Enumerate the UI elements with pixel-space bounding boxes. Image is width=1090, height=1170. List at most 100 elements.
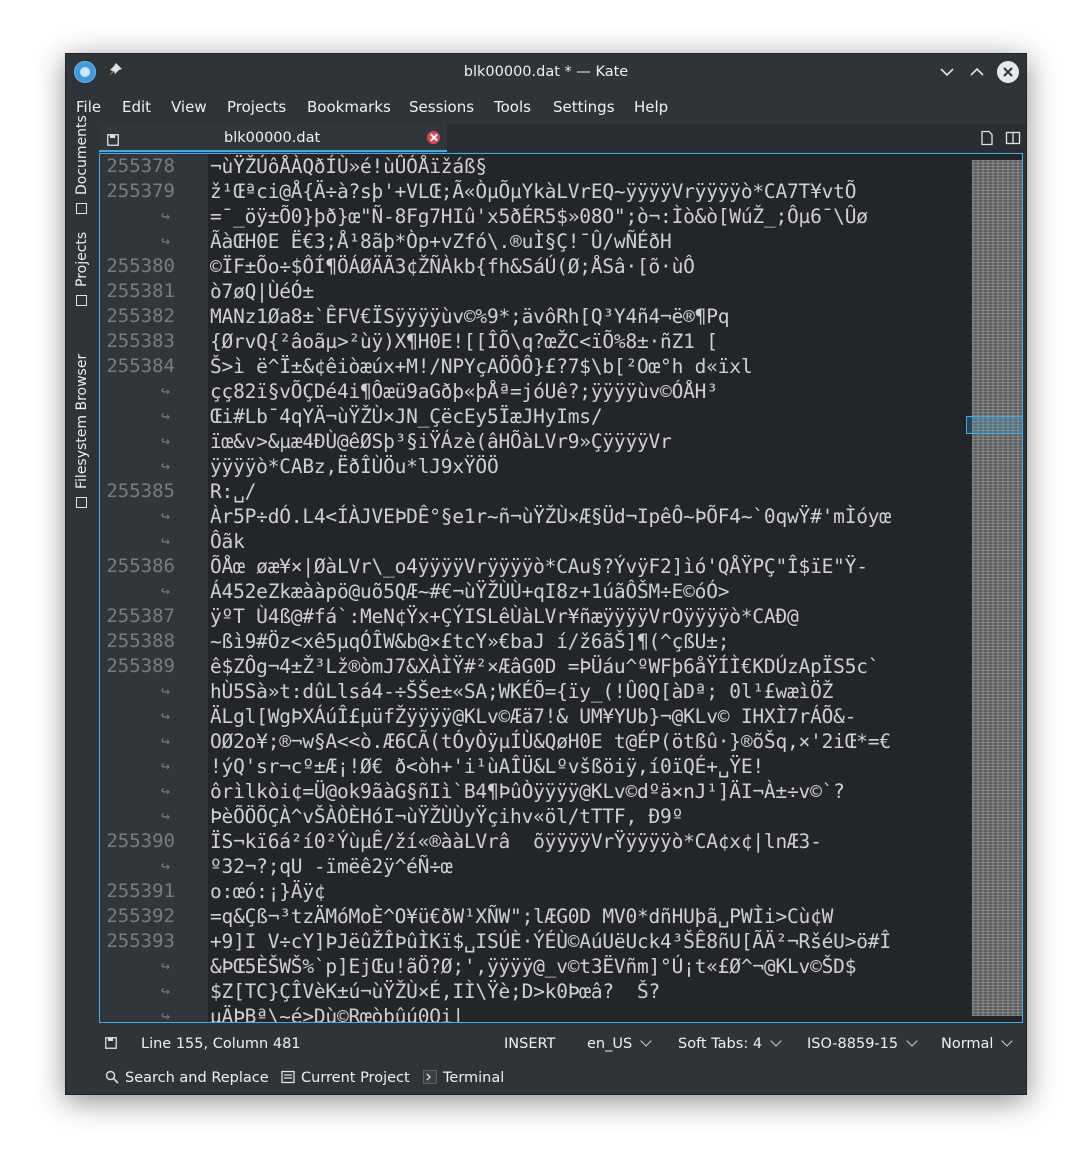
tab-blk00000[interactable]: blk00000.dat — [99, 124, 447, 152]
code-line[interactable]: ïœ&v>&µæ4ÐÙ@êØSþ³§iŸÁzè(âHÕàLVr9»ÇÿÿÿÿVr — [210, 429, 672, 454]
code-line[interactable]: µÄÞBª\~é>Dù©Rœòbûú0Oi| — [210, 1004, 464, 1022]
code-line[interactable]: {ØrvQ{²âoãµ>²ùÿ)X¶H0E![[ÎÕ\q?œŽC<ïÕ%8±·ñ… — [210, 329, 718, 354]
toolview-search-replace[interactable]: Search and Replace — [105, 1066, 269, 1090]
close-icon[interactable] — [997, 61, 1019, 83]
title-bar: blk00000.dat * — Kate — [66, 54, 1026, 90]
wrap-indicator-icon: ↪ — [160, 682, 170, 700]
line-number: 255382 — [106, 305, 175, 327]
sidebar-tab-filesystem-browser[interactable]: Filesystem Browser — [72, 354, 92, 508]
terminal-icon — [423, 1068, 437, 1084]
minimize-icon[interactable] — [937, 62, 957, 82]
line-number-gutter: 255378 255379 ↪ ↪ 255380 255381 255382 255383 25… — [100, 154, 208, 1022]
save-icon — [107, 131, 119, 146]
line-number: 255381 — [106, 280, 175, 302]
code-line[interactable]: Á452eZkæààpö@uõ5QÆ~#€¬ùŸŽÙÙ+qI8z+1úãÔŠM÷… — [210, 579, 730, 604]
wrap-indicator-icon: ↪ — [160, 857, 170, 875]
code-line[interactable]: ò7øQ|ÙéÓ± — [210, 279, 314, 304]
code-line[interactable]: &ÞŒ5ÈŠWŠ%`p]EjŒu!ãÖ?Ø;',ÿÿÿÿ@_v©t3ËVñm]°… — [210, 954, 856, 979]
code-line[interactable]: OØ2o¥;®¬w§A<<ò.Æ6CÃ(tÓyÒÿµÍÙ&QøH0E t@ÉP(… — [210, 729, 891, 754]
code-line[interactable]: R:␣/ — [210, 479, 256, 504]
sidebar-tab-label: Documents — [74, 115, 90, 195]
code-line[interactable]: Ôãk — [210, 529, 245, 554]
code-line[interactable]: !ýQ'sr¬cº±Æ¡!Ø€ ð<òh+'i¹ùAÎÜ&Lºvšßöiÿ,í0… — [210, 754, 764, 779]
code-line[interactable]: ÄLgl[WgÞXÁúÎ£µüfŽÿÿÿÿ@KLv©Æä7!& UM¥YUb}¬… — [210, 704, 856, 729]
menu-sessions[interactable]: Sessions — [409, 92, 474, 122]
code-line[interactable]: ž¹Œªci@Å{Ä÷à?sþ'+VLŒ;Ã«ÒµÕµYkàLVrEQ~ÿÿÿÿ… — [210, 179, 856, 204]
code-line[interactable]: ôrìlkòi¢=Ü@ok9ãàG§ñIì`B4¶ÞûÒÿÿÿÿ@KLv©dºä… — [210, 779, 845, 804]
wrap-indicator-icon: ↪ — [160, 407, 170, 425]
toolview-current-project[interactable]: Current Project — [281, 1066, 410, 1090]
code-area[interactable]: ¬ùŸŽÚôÅÀQðÍÙ»é!ùÛÓÅïžáß§ ž¹Œªci@Å{Ä÷à?sþ'… — [210, 154, 970, 1022]
search-icon — [105, 1068, 119, 1084]
save-status-icon[interactable] — [105, 1037, 117, 1049]
maximize-icon[interactable] — [967, 62, 987, 82]
code-line[interactable]: ~ßì9#Öz<xê5µqÓÎW&b@×£tcY»€baJ í/ž6ãŠ]¶(^… — [210, 629, 730, 654]
code-line[interactable]: ÿºT Ù4ß@#fá`:MeN¢Ÿx+ÇÝISLêÙàLVr¥ñæÿÿÿÿVr… — [210, 604, 799, 629]
input-mode-select[interactable]: Normal — [941, 1032, 1014, 1056]
tab-close-icon[interactable] — [427, 131, 440, 144]
new-tab-icon[interactable] — [979, 130, 995, 146]
wrap-indicator-icon: ↪ — [160, 957, 170, 975]
code-line[interactable]: ¬ùŸŽÚôÅÀQðÍÙ»é!ùÛÓÅïžáß§ — [210, 154, 487, 179]
toolview-terminal[interactable]: Terminal — [423, 1066, 504, 1090]
code-line[interactable]: $Z[TC}ÇÎVèK±ú¬ùŸŽÙ×É,IÌ\Ÿè;D>k0Þœâ? Š? — [210, 979, 660, 1004]
cursor-position[interactable]: Line 155, Column 481 — [141, 1032, 301, 1056]
window-title: blk00000.dat * — Kate — [463, 64, 629, 80]
line-number: 255384 — [106, 355, 175, 377]
menu-view[interactable]: View — [171, 92, 207, 122]
folder-icon — [76, 497, 87, 508]
line-number: 255389 — [106, 655, 175, 677]
minimap-scrollbar[interactable] — [972, 160, 1022, 1016]
sidebar-tab-projects[interactable]: Projects — [72, 232, 92, 306]
wrap-indicator-icon: ↪ — [160, 532, 170, 550]
line-number: 255393 — [106, 930, 175, 952]
editor-view[interactable]: 255378 255379 ↪ ↪ 255380 255381 255382 255383 25… — [99, 153, 1023, 1023]
menu-projects[interactable]: Projects — [227, 92, 286, 122]
wrap-indicator-icon: ↪ — [160, 382, 170, 400]
chevron-down-icon — [906, 1035, 918, 1047]
code-line[interactable]: Š>ì ë^Ï±&¢êiòæúx+M!/NPYçAÖÔÔ}£?7$\b[²Oœ°… — [210, 354, 753, 379]
code-line[interactable]: ÏS¬kï6á²í0²ÝùµÊ/ží«®ààLVrâ õÿÿÿÿVrŸÿÿÿÿò… — [210, 829, 822, 854]
code-line[interactable]: ÕÅœ øæ¥×|ØàLVr\_o4ÿÿÿÿVrÿÿÿÿò*CAu§?ÝvÿF2… — [210, 554, 868, 579]
encoding-select[interactable]: ISO-8859-15 — [807, 1032, 918, 1056]
code-line[interactable]: ©ÏF±Õo÷$ÔÍ¶ÖÁØÄÃ3¢ŽÑÀkb{fh&SáÚ(Ø;ÅSâ·[õ·… — [210, 254, 695, 279]
code-line[interactable]: Àr5P÷dÓ.L4<ÍÀJVEÞDÊ°§e1r~ñ¬ùŸŽÙ×Æ§Üd¬Ipê… — [210, 504, 891, 529]
line-number: 255378 — [106, 155, 175, 177]
code-line[interactable]: +9]I V÷cY]ÞJëûŽÎÞûÌKï$␣ISÚÈ·ÝÉÙ©AúUëUck4… — [210, 929, 891, 954]
indent-select[interactable]: Soft Tabs: 4 — [678, 1032, 782, 1056]
wrap-indicator-icon: ↪ — [160, 982, 170, 1000]
menu-tools[interactable]: Tools — [494, 92, 531, 122]
code-line[interactable]: Œi#Lb¯4qYÄ¬ùŸŽÙ×JN_ÇëcEy5ÏæJHyIms/ — [210, 404, 603, 429]
code-line[interactable]: ê$ZÔg¬4±Ž³Lž®òmJ7&XÀÌŸ#²×ÆâG0D =ÞÜáu^ºWF… — [210, 654, 880, 679]
menu-bookmarks[interactable]: Bookmarks — [307, 92, 391, 122]
code-line[interactable]: çç82ï§vÕÇDé4i¶Ôæü9aGðþ«þÅª=jóUê?;ÿÿÿÿùv©… — [210, 379, 718, 404]
encoding-label: ISO-8859-15 — [807, 1036, 899, 1052]
code-line[interactable]: =q&Çß¬³tzÄMóMoÈ^O¥ü€ðW¹XÑW";lÆG0D MV0*dñ… — [210, 904, 833, 929]
code-line[interactable]: ÃàŒH0E Ë€3;Å¹8ãþ*Òp+vZfó\.®uÌ§Ç!¯Û/wÑÉðH — [210, 229, 672, 254]
dictionary-select[interactable]: en_US — [587, 1032, 652, 1056]
wrap-indicator-icon: ↪ — [160, 782, 170, 800]
project-icon — [281, 1068, 295, 1084]
wrap-indicator-icon: ↪ — [160, 207, 170, 225]
code-line[interactable]: =¯_öÿ±Õ0}þð}œ"Ñ-8Fg7HIû'x5ðÉR5$»08O";ò¬:… — [210, 204, 868, 229]
menu-bar: File Edit View Projects Bookmarks Sessio… — [66, 92, 1026, 122]
split-view-icon[interactable] — [1005, 130, 1021, 146]
menu-help[interactable]: Help — [634, 92, 668, 122]
wrap-indicator-icon: ↪ — [160, 582, 170, 600]
code-line[interactable]: ÿÿÿÿò*CABz,ËðÎÙÖu*lJ9xŸÖÖ — [210, 454, 499, 479]
dictionary-label: en_US — [587, 1036, 633, 1052]
code-line[interactable]: ÞèÕÖÕÇÀ^vŠÀÒÈHóI¬ùŸŽÙÙyŸçihv«öl/tTTF, Ð9… — [210, 804, 683, 829]
chevron-down-icon — [1001, 1035, 1014, 1047]
indent-label: Soft Tabs: 4 — [678, 1036, 763, 1052]
sidebar-tab-documents[interactable]: Documents — [72, 115, 92, 214]
minimap-viewport-handle[interactable] — [966, 416, 1022, 434]
menu-settings[interactable]: Settings — [553, 92, 615, 122]
code-line[interactable]: MANz1Øa8±`ÊFV€ÏSÿÿÿÿùv©%9*;ävôRh[Q³Y4ñ4¬… — [210, 304, 730, 329]
code-line[interactable]: º32¬?;qU -ïmëê2ÿ^éÑ÷œ — [210, 854, 453, 879]
code-line[interactable]: o:œó:¡}Äÿ¢ — [210, 879, 326, 904]
edit-mode[interactable]: INSERT — [504, 1032, 555, 1056]
menu-edit[interactable]: Edit — [122, 92, 151, 122]
code-line[interactable]: hÙ5Sà»t:dûLlsá4-÷ŠŠe±«SA;WKÉÕ={ïy_(!Û0Q[… — [210, 679, 833, 704]
line-number: 255380 — [106, 255, 175, 277]
status-bar: Line 155, Column 481 INSERT en_US Soft T… — [99, 1032, 1026, 1056]
